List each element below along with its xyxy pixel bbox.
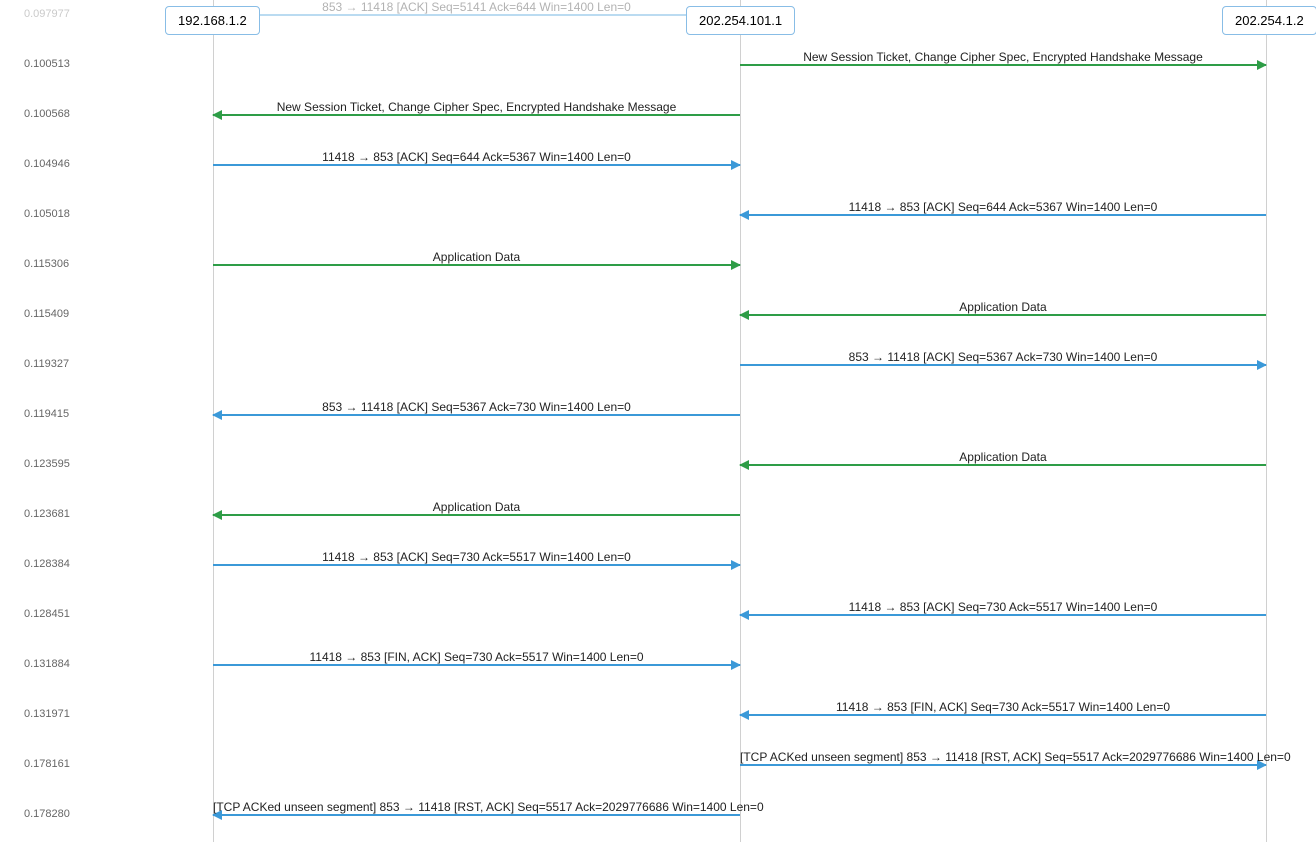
flow-row[interactable]: 0.123681 Application Data xyxy=(0,496,1316,536)
timestamp: 0.104946 xyxy=(24,158,70,170)
timestamp: 0.123595 xyxy=(24,458,70,470)
flow-row[interactable]: 0.178161 [TCP ACKed unseen segment] 853 →… xyxy=(0,746,1316,786)
timestamp: 0.105018 xyxy=(24,208,70,220)
timestamp: 0.178280 xyxy=(24,808,70,820)
flow-label: 11418 → 853 [FIN, ACK] Seq=730 Ack=5517 … xyxy=(740,700,1266,714)
timestamp: 0.115306 xyxy=(24,258,69,270)
flow-row[interactable]: 0.119415 853 → 11418 [ACK] Seq=5367 Ack=7… xyxy=(0,396,1316,436)
host-c-header[interactable]: 202.254.1.2 xyxy=(1222,6,1316,35)
timestamp: 0.100568 xyxy=(24,108,70,120)
flow-row[interactable]: 0.128451 11418 → 853 [ACK] Seq=730 Ack=55… xyxy=(0,596,1316,636)
timestamp: 0.128451 xyxy=(24,608,70,620)
flow-row[interactable]: 0.131884 11418 → 853 [FIN, ACK] Seq=730 A… xyxy=(0,646,1316,686)
flow-arrow[interactable]: 11418 → 853 [ACK] Seq=730 Ack=5517 Win=1… xyxy=(740,614,1266,616)
timestamp: 0.178161 xyxy=(24,758,70,770)
flow-row[interactable]: 0.178280 [TCP ACKed unseen segment] 853 →… xyxy=(0,796,1316,836)
flow-arrow[interactable]: 11418 → 853 [ACK] Seq=644 Ack=5367 Win=1… xyxy=(740,214,1266,216)
flow-arrow[interactable]: Application Data xyxy=(740,314,1266,316)
flow-row[interactable]: 0.100513 New Session Ticket, Change Ciphe… xyxy=(0,46,1316,86)
timestamp: 0.128384 xyxy=(24,558,70,570)
flow-row[interactable]: 0.119327 853 → 11418 [ACK] Seq=5367 Ack=7… xyxy=(0,346,1316,386)
flow-label: 853 → 11418 [ACK] Seq=5367 Ack=730 Win=1… xyxy=(213,400,740,414)
flow-arrow[interactable]: New Session Ticket, Change Cipher Spec, … xyxy=(213,114,740,116)
flow-arrow[interactable]: 11418 → 853 [ACK] Seq=730 Ack=5517 Win=1… xyxy=(213,564,740,566)
flow-row[interactable]: 0.104946 11418 → 853 [ACK] Seq=644 Ack=53… xyxy=(0,146,1316,186)
flow-row[interactable]: 0.115409 Application Data xyxy=(0,296,1316,336)
flow-label: 853 → 11418 [ACK] Seq=5367 Ack=730 Win=1… xyxy=(740,350,1266,364)
flow-label: New Session Ticket, Change Cipher Spec, … xyxy=(213,100,740,114)
timestamp: 0.119415 xyxy=(24,408,69,420)
flow-arrow[interactable]: 11418 → 853 [FIN, ACK] Seq=730 Ack=5517 … xyxy=(740,714,1266,716)
flow-arrow[interactable]: 11418 → 853 [ACK] Seq=644 Ack=5367 Win=1… xyxy=(213,164,740,166)
flow-arrow[interactable]: 11418 → 853 [FIN, ACK] Seq=730 Ack=5517 … xyxy=(213,664,740,666)
flow-label: 11418 → 853 [ACK] Seq=644 Ack=5367 Win=1… xyxy=(213,150,740,164)
timestamp: 0.123681 xyxy=(24,508,70,520)
flow-arrow[interactable]: 853 → 11418 [ACK] Seq=5367 Ack=730 Win=1… xyxy=(740,364,1266,366)
timestamp: 0.131971 xyxy=(24,708,70,720)
flow-arrow[interactable]: Application Data xyxy=(213,514,740,516)
flow-label: Application Data xyxy=(213,250,740,264)
flow-arrow[interactable]: [TCP ACKed unseen segment] 853 → 11418 [… xyxy=(213,814,740,816)
timestamp: 0.115409 xyxy=(24,308,69,320)
flow-label: New Session Ticket, Change Cipher Spec, … xyxy=(740,50,1266,64)
flow-arrow[interactable]: Application Data xyxy=(213,264,740,266)
flow-label: 11418 → 853 [ACK] Seq=730 Ack=5517 Win=1… xyxy=(213,550,740,564)
timestamp: 0.100513 xyxy=(24,58,70,70)
flow-row[interactable]: 0.128384 11418 → 853 [ACK] Seq=730 Ack=55… xyxy=(0,546,1316,586)
flow-label: 11418 → 853 [ACK] Seq=644 Ack=5367 Win=1… xyxy=(740,200,1266,214)
flow-row[interactable]: 0.123595 Application Data xyxy=(0,446,1316,486)
flow-arrow[interactable]: 853 → 11418 [ACK] Seq=5141 Ack=644 Win=1… xyxy=(213,14,740,16)
flow-row[interactable]: 0.131971 11418 → 853 [FIN, ACK] Seq=730 A… xyxy=(0,696,1316,736)
timestamp: 0.131884 xyxy=(24,658,70,670)
timestamp: 0.119327 xyxy=(24,358,69,370)
timestamp: 0.097977 xyxy=(24,8,70,20)
flow-label: Application Data xyxy=(740,300,1266,314)
flow-label: [TCP ACKed unseen segment] 853 → 11418 [… xyxy=(740,750,1266,764)
flow-label: Application Data xyxy=(213,500,740,514)
flow-graph: 192.168.1.2 202.254.101.1 202.254.1.2 0.… xyxy=(0,0,1316,842)
host-b-header[interactable]: 202.254.101.1 xyxy=(686,6,795,35)
flow-row[interactable]: 0.100568 New Session Ticket, Change Ciphe… xyxy=(0,96,1316,136)
flow-label: 11418 → 853 [ACK] Seq=730 Ack=5517 Win=1… xyxy=(740,600,1266,614)
flow-arrow[interactable]: Application Data xyxy=(740,464,1266,466)
flow-label: 853 → 11418 [ACK] Seq=5141 Ack=644 Win=1… xyxy=(213,0,740,14)
flow-arrow[interactable]: [TCP ACKed unseen segment] 853 → 11418 [… xyxy=(740,764,1266,766)
flow-row[interactable]: 0.105018 11418 → 853 [ACK] Seq=644 Ack=53… xyxy=(0,196,1316,236)
flow-label: 11418 → 853 [FIN, ACK] Seq=730 Ack=5517 … xyxy=(213,650,740,664)
flow-label: Application Data xyxy=(740,450,1266,464)
flow-row[interactable]: 0.115306 Application Data xyxy=(0,246,1316,286)
flow-arrow[interactable]: 853 → 11418 [ACK] Seq=5367 Ack=730 Win=1… xyxy=(213,414,740,416)
flow-label: [TCP ACKed unseen segment] 853 → 11418 [… xyxy=(213,800,740,814)
flow-arrow[interactable]: New Session Ticket, Change Cipher Spec, … xyxy=(740,64,1266,66)
host-a-header[interactable]: 192.168.1.2 xyxy=(165,6,260,35)
